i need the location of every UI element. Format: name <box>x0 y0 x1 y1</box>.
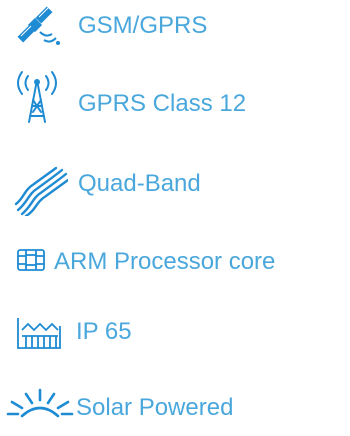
feature-label: GSM/GPRS <box>78 12 208 39</box>
feature-item-gsm-gprs: GSM/GPRS <box>0 0 350 56</box>
processor-chip-icon <box>17 249 45 271</box>
feature-label: ARM Processor core <box>54 248 276 275</box>
sun-rising-icon <box>6 388 74 418</box>
feature-label: IP 65 <box>76 318 132 345</box>
feature-item-quad-band: Quad-Band <box>0 166 350 222</box>
feature-label: GPRS Class 12 <box>78 90 247 117</box>
feature-item-arm-processor: ARM Processor core <box>0 244 350 300</box>
antenna-tower-icon <box>17 71 57 123</box>
satellite-icon <box>17 6 60 45</box>
feature-item-gprs-class: GPRS Class 12 <box>0 70 350 126</box>
feature-list: GSM/GPRS GPRS Class 12 Quad-Band ARM Pro… <box>0 0 350 428</box>
feature-label: Quad-Band <box>78 170 201 197</box>
feature-label: Solar Powered <box>76 394 234 421</box>
feature-item-ip65: IP 65 <box>0 312 350 368</box>
wave-bands-icon <box>14 166 68 216</box>
factory-icon <box>17 318 61 349</box>
